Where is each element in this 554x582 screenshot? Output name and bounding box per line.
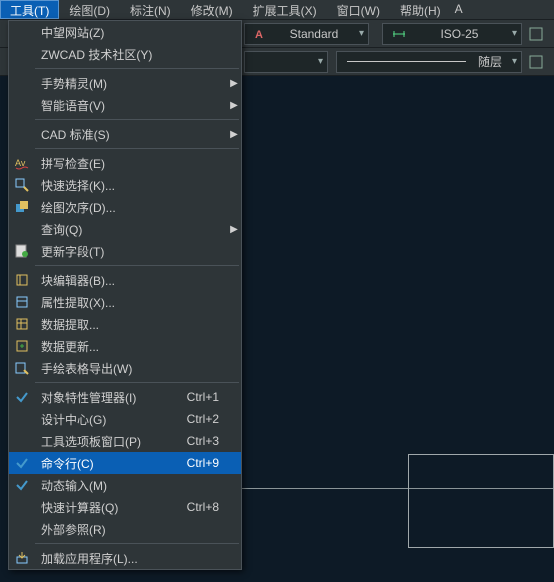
menu-label: 快速选择(K)... [35,177,227,194]
menu-item-data-update[interactable]: 数据更新... [9,335,241,357]
data-update-icon [9,339,35,353]
chevron-down-icon: ▾ [314,56,323,67]
menu-shortcut: Ctrl+1 [187,390,227,404]
hand-table-icon [9,361,35,375]
menu-shortcut: Ctrl+2 [187,412,227,426]
menu-item-cad-standard[interactable]: CAD 标准(S)▶ [9,123,241,145]
block-editor-icon [9,273,35,287]
menu-cutoff: A [451,0,467,19]
menu-item-attr-extract[interactable]: 属性提取(X)... [9,291,241,313]
submenu-arrow-icon: ▶ [227,129,241,140]
menu-label: 中望网站(Z) [35,24,227,41]
check-icon [9,456,35,470]
menu-item-load-app[interactable]: 加载应用程序(L)... [9,547,241,569]
menu-label: 动态输入(M) [35,477,227,494]
load-app-icon [9,551,35,565]
menu-label: 手绘表格导出(W) [35,360,227,377]
menu-item-zw-site[interactable]: 中望网站(Z) [9,21,241,43]
linetype-label: 随层 [472,53,508,70]
text-style-dropdown[interactable]: A Standard ▾ [244,23,369,45]
menu-item-dynamic-input[interactable]: 动态输入(M) [9,474,241,496]
svg-text:A: A [255,29,263,41]
chevron-down-icon: ▾ [508,28,517,39]
menu-shortcut: Ctrl+3 [187,434,227,448]
update-fields-icon [9,244,35,258]
svg-text:Av: Av [15,158,26,168]
linetype-dropdown[interactable]: 随层 ▾ [336,51,522,73]
color-dropdown[interactable]: ▾ [244,51,328,73]
menu-label: 外部参照(R) [35,521,227,538]
menu-label: ZWCAD 技术社区(Y) [35,46,227,63]
dim-style-label: ISO-25 [434,27,484,41]
menu-label: 数据更新... [35,338,227,355]
attr-extract-icon [9,295,35,309]
menubar: 工具(T) 绘图(D) 标注(N) 修改(M) 扩展工具(X) 窗口(W) 帮助… [0,0,554,20]
canvas-viewport-box [408,454,554,548]
menu-item-draw-order[interactable]: 绘图次序(D)... [9,196,241,218]
chevron-down-icon: ▾ [355,28,364,39]
menu-label: 快速计算器(Q) [35,499,187,516]
menu-label: 块编辑器(B)... [35,272,227,289]
menu-label: 数据提取... [35,316,227,333]
menu-item-xref[interactable]: 外部参照(R) [9,518,241,540]
menu-label: 设计中心(G) [35,411,187,428]
menu-label: 智能语音(V) [35,97,227,114]
dim-style-icon [390,25,408,43]
menu-item-spell-check[interactable]: Av 拼写检查(E) [9,152,241,174]
menu-item-quick-calc[interactable]: 快速计算器(Q) Ctrl+8 [9,496,241,518]
menu-item-tool-palette[interactable]: 工具选项板窗口(P) Ctrl+3 [9,430,241,452]
menu-window[interactable]: 窗口(W) [327,0,390,19]
text-style-icon: A [252,25,270,43]
spell-check-icon: Av [9,156,35,170]
menu-extension[interactable]: 扩展工具(X) [243,0,327,19]
draw-order-icon [9,200,35,214]
menu-item-command-line[interactable]: 命令行(C) Ctrl+9 [9,452,241,474]
menu-item-update-fields[interactable]: 更新字段(T) [9,240,241,262]
menu-label: 对象特性管理器(I) [35,389,187,406]
submenu-arrow-icon: ▶ [227,224,241,235]
menu-label: 工具选项板窗口(P) [35,433,187,450]
menu-help[interactable]: 帮助(H) [390,0,451,19]
tools-menu-dropdown: 中望网站(Z) ZWCAD 技术社区(Y) 手势精灵(M)▶ 智能语音(V)▶ … [8,20,242,570]
line-preview [347,61,466,62]
data-extract-icon [9,317,35,331]
menu-label: 手势精灵(M) [35,75,227,92]
toolbar-extra-icon-2[interactable] [527,53,545,71]
menu-item-zw-community[interactable]: ZWCAD 技术社区(Y) [9,43,241,65]
menu-shortcut: Ctrl+9 [187,456,227,470]
menu-item-data-extract[interactable]: 数据提取... [9,313,241,335]
menu-label: 绘图次序(D)... [35,199,227,216]
menu-item-design-center[interactable]: 设计中心(G) Ctrl+2 [9,408,241,430]
menu-item-block-editor[interactable]: 块编辑器(B)... [9,269,241,291]
menu-label: 属性提取(X)... [35,294,227,311]
menu-item-properties[interactable]: 对象特性管理器(I) Ctrl+1 [9,386,241,408]
menu-item-inquiry[interactable]: 查询(Q)▶ [9,218,241,240]
text-style-label: Standard [284,27,345,41]
submenu-arrow-icon: ▶ [227,100,241,111]
menu-label: CAD 标准(S) [35,126,227,143]
menu-modify[interactable]: 修改(M) [181,0,243,19]
dim-style-dropdown[interactable]: ISO-25 ▾ [382,23,522,45]
check-icon [9,478,35,492]
menu-label: 更新字段(T) [35,243,227,260]
menu-label: 加载应用程序(L)... [35,550,227,567]
menu-draw[interactable]: 绘图(D) [59,0,120,19]
menu-item-hand-table[interactable]: 手绘表格导出(W) [9,357,241,379]
menu-label: 拼写检查(E) [35,155,227,172]
toolbar-extra-icon[interactable] [527,25,545,43]
menu-tools[interactable]: 工具(T) [0,0,59,19]
chevron-down-icon: ▾ [508,56,517,67]
menu-item-gesture[interactable]: 手势精灵(M)▶ [9,72,241,94]
menu-shortcut: Ctrl+8 [187,500,227,514]
quick-select-icon [9,178,35,192]
menu-label: 命令行(C) [35,455,187,472]
menu-item-voice[interactable]: 智能语音(V)▶ [9,94,241,116]
check-icon [9,390,35,404]
menu-item-quick-select[interactable]: 快速选择(K)... [9,174,241,196]
submenu-arrow-icon: ▶ [227,78,241,89]
menu-label: 查询(Q) [35,221,227,238]
menu-dimension[interactable]: 标注(N) [120,0,181,19]
